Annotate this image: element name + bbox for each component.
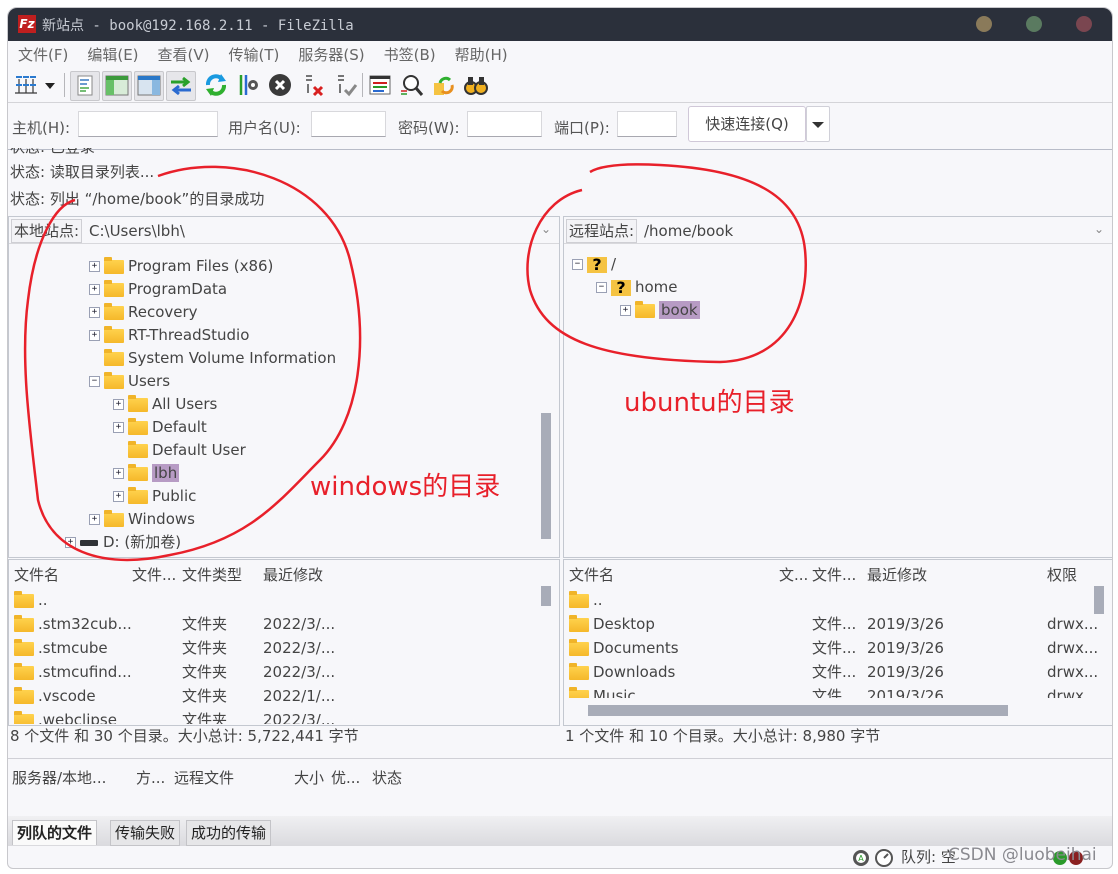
watermark: CSDN @luobeihai [948,845,1097,865]
annotation-circle-ubuntu [526,163,807,364]
annotation-windows-label: windows的目录 [310,472,501,502]
annotation-overlay [23,163,807,562]
annotation-ubuntu-label: ubuntu的目录 [624,388,795,418]
